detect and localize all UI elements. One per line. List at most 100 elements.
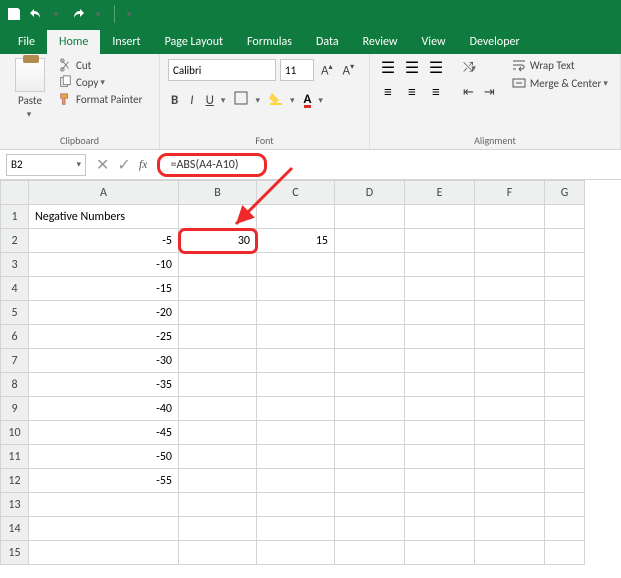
col-header-g[interactable]: G — [545, 181, 585, 205]
cell[interactable] — [545, 421, 585, 445]
cell[interactable] — [545, 277, 585, 301]
underline-dropdown-icon[interactable]: ▾ — [221, 95, 226, 106]
cell[interactable] — [29, 493, 179, 517]
tab-insert[interactable]: Insert — [100, 30, 152, 54]
cell[interactable] — [257, 421, 335, 445]
cell[interactable] — [179, 349, 257, 373]
cell[interactable] — [179, 205, 257, 229]
tab-view[interactable]: View — [410, 30, 458, 54]
cell[interactable] — [405, 397, 475, 421]
cell[interactable] — [257, 445, 335, 469]
cell[interactable] — [335, 253, 405, 277]
cell[interactable] — [257, 517, 335, 541]
cell[interactable] — [545, 253, 585, 277]
tab-data[interactable]: Data — [304, 30, 351, 54]
save-icon[interactable] — [6, 6, 22, 22]
cell[interactable] — [257, 469, 335, 493]
cell[interactable] — [475, 445, 545, 469]
font-color-button[interactable]: A — [301, 90, 315, 110]
cell[interactable] — [29, 517, 179, 541]
row-header[interactable]: 4 — [1, 277, 29, 301]
fill-color-button[interactable] — [266, 89, 286, 111]
cell[interactable]: -5 — [29, 229, 179, 253]
underline-button[interactable]: U — [203, 91, 217, 110]
format-painter-button[interactable]: Format Painter — [58, 92, 142, 106]
align-left-icon[interactable]: ≡ — [378, 82, 398, 102]
select-all-corner[interactable] — [1, 181, 29, 205]
bold-button[interactable]: B — [168, 91, 181, 110]
cell[interactable] — [475, 517, 545, 541]
row-header[interactable]: 7 — [1, 349, 29, 373]
col-header-c[interactable]: C — [257, 181, 335, 205]
cell[interactable] — [179, 253, 257, 277]
decrease-font-icon[interactable]: A▾ — [340, 60, 358, 80]
align-center-icon[interactable]: ≡ — [402, 82, 422, 102]
cell[interactable]: -55 — [29, 469, 179, 493]
cell[interactable] — [179, 325, 257, 349]
font-color-dropdown-icon[interactable]: ▾ — [318, 95, 323, 106]
cell[interactable]: 15 — [257, 229, 335, 253]
cell[interactable] — [335, 517, 405, 541]
col-header-e[interactable]: E — [405, 181, 475, 205]
cell[interactable] — [335, 349, 405, 373]
cell[interactable]: Negative Numbers — [29, 205, 179, 229]
cell[interactable]: -30 — [29, 349, 179, 373]
row-header[interactable]: 13 — [1, 493, 29, 517]
cell[interactable] — [335, 445, 405, 469]
cell[interactable] — [335, 397, 405, 421]
row-header[interactable]: 1 — [1, 205, 29, 229]
align-bottom-icon[interactable]: ☰ — [426, 58, 446, 78]
cell[interactable] — [179, 397, 257, 421]
cell[interactable]: -40 — [29, 397, 179, 421]
decrease-indent-icon[interactable]: ⇤ — [460, 83, 477, 102]
cell[interactable] — [335, 325, 405, 349]
cell[interactable] — [257, 277, 335, 301]
cell[interactable] — [475, 301, 545, 325]
cell[interactable] — [475, 373, 545, 397]
cell[interactable] — [405, 373, 475, 397]
cell[interactable] — [257, 253, 335, 277]
cell[interactable] — [335, 205, 405, 229]
cell[interactable] — [545, 373, 585, 397]
cell[interactable] — [179, 469, 257, 493]
fx-icon[interactable]: fx — [139, 157, 148, 172]
cell[interactable] — [545, 205, 585, 229]
cell[interactable]: -45 — [29, 421, 179, 445]
cell[interactable] — [257, 373, 335, 397]
font-name-input[interactable] — [168, 59, 276, 81]
col-header-d[interactable]: D — [335, 181, 405, 205]
cell[interactable] — [179, 373, 257, 397]
cell[interactable] — [335, 373, 405, 397]
row-header[interactable]: 3 — [1, 253, 29, 277]
merge-center-button[interactable]: Merge & Center ▾ — [512, 76, 608, 90]
cell[interactable]: -25 — [29, 325, 179, 349]
increase-indent-icon[interactable]: ⇥ — [481, 83, 498, 102]
cell[interactable] — [475, 205, 545, 229]
cell[interactable] — [545, 325, 585, 349]
row-header[interactable]: 2 — [1, 229, 29, 253]
cell[interactable]: -35 — [29, 373, 179, 397]
cell[interactable] — [405, 517, 475, 541]
paste-button[interactable]: Paste ▾ — [8, 58, 52, 120]
row-header[interactable]: 6 — [1, 325, 29, 349]
cell[interactable] — [335, 229, 405, 253]
cell[interactable] — [405, 541, 475, 565]
cell[interactable] — [179, 421, 257, 445]
font-size-input[interactable] — [280, 59, 314, 81]
cell[interactable] — [545, 469, 585, 493]
copy-button[interactable]: Copy ▾ — [58, 75, 142, 89]
cell[interactable] — [405, 277, 475, 301]
undo-icon[interactable] — [28, 6, 44, 22]
cell[interactable] — [179, 445, 257, 469]
cell[interactable]: -50 — [29, 445, 179, 469]
align-top-icon[interactable]: ☰ — [378, 58, 398, 78]
undo-dropdown-icon[interactable]: ▾ — [48, 6, 64, 22]
row-header[interactable]: 14 — [1, 517, 29, 541]
cell[interactable] — [405, 205, 475, 229]
orientation-button[interactable]: ⤭▾ — [460, 58, 498, 77]
fill-dropdown-icon[interactable]: ▾ — [290, 95, 295, 106]
cell[interactable] — [545, 541, 585, 565]
wrap-text-button[interactable]: Wrap Text — [512, 58, 608, 72]
cell[interactable] — [405, 445, 475, 469]
cell[interactable] — [475, 541, 545, 565]
